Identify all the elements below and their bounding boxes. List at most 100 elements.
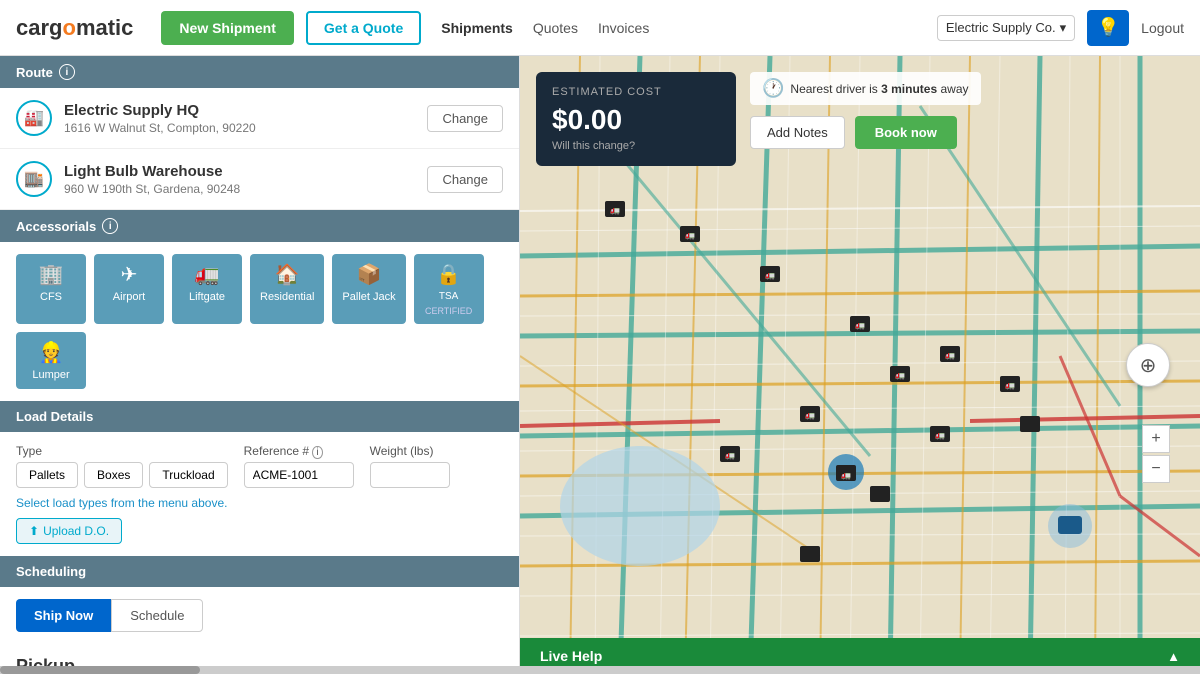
main-content: Route i 🏭 Electric Supply HQ 1616 W Waln… <box>0 56 1200 674</box>
chevron-down-icon: ▾ <box>1060 20 1067 36</box>
weight-input[interactable] <box>370 462 450 488</box>
type-buttons: Pallets Boxes Truckload <box>16 462 228 488</box>
change-origin-button[interactable]: Change <box>427 105 503 132</box>
chevron-up-icon: ▲ <box>1167 649 1180 664</box>
scheduling-content: Ship Now Schedule <box>0 587 519 644</box>
book-now-button[interactable]: Book now <box>855 116 957 149</box>
ref-input[interactable] <box>244 462 354 488</box>
acc-airport-label: Airport <box>113 291 145 303</box>
svg-text:🚛: 🚛 <box>945 351 955 360</box>
svg-text:🚛: 🚛 <box>610 206 620 215</box>
svg-text:🚛: 🚛 <box>841 471 851 480</box>
acc-residential-button[interactable]: 🏠 Residential <box>250 254 324 324</box>
destination-info: Light Bulb Warehouse 960 W 190th St, Gar… <box>64 163 415 196</box>
svg-text:🚛: 🚛 <box>935 431 945 440</box>
cost-amount: $0.00 <box>552 104 720 136</box>
driver-info: 🕐 Nearest driver is 3 minutes away <box>750 72 981 105</box>
svg-text:🚛: 🚛 <box>805 411 815 420</box>
header: cargomatic New Shipment Get a Quote Ship… <box>0 0 1200 56</box>
acc-cfs-label: CFS <box>40 291 62 303</box>
nav-quotes[interactable]: Quotes <box>533 20 578 36</box>
accessorials-section-title: Accessorials <box>16 219 96 234</box>
left-panel: Route i 🏭 Electric Supply HQ 1616 W Waln… <box>0 56 520 674</box>
ref-group: Reference # i <box>244 444 354 488</box>
company-name: Electric Supply Co. <box>946 20 1056 35</box>
logo-o: o <box>62 15 75 41</box>
tsa-icon: 🔒 <box>436 262 461 287</box>
ref-info-icon[interactable]: i <box>312 446 322 459</box>
load-details-section-title: Load Details <box>16 409 93 424</box>
svg-text:🚛: 🚛 <box>895 371 905 380</box>
zoom-in-button[interactable]: + <box>1142 425 1170 453</box>
scrollbar-thumb[interactable] <box>0 666 200 674</box>
logo: cargomatic <box>16 15 133 41</box>
add-notes-button[interactable]: Add Notes <box>750 116 845 149</box>
acc-lumper-button[interactable]: 👷 Lumper <box>16 332 86 389</box>
cfs-icon: 🏢 <box>39 262 64 287</box>
acc-cfs-button[interactable]: 🏢 CFS <box>16 254 86 324</box>
accessorials-info-icon[interactable]: i <box>102 218 118 234</box>
estimated-cost-label: ESTIMATED COST <box>552 86 720 98</box>
map-navigation-control[interactable]: ⊕ <box>1126 343 1170 387</box>
zoom-out-button[interactable]: − <box>1142 455 1170 483</box>
clock-icon: 🕐 <box>762 78 784 99</box>
acc-lumper-label: Lumper <box>32 369 69 381</box>
svg-text:🚛: 🚛 <box>855 321 865 330</box>
driver-post: away <box>937 82 968 96</box>
ref-label: Reference # i <box>244 444 354 458</box>
new-shipment-button[interactable]: New Shipment <box>161 11 293 45</box>
map-zoom-controls: + − <box>1142 425 1170 483</box>
nav-invoices[interactable]: Invoices <box>598 20 649 36</box>
scheduling-section-title: Scheduling <box>16 564 86 579</box>
accessorials-grid: 🏢 CFS ✈ Airport 🚛 Liftgate 🏠 Residential… <box>0 242 519 401</box>
load-details-section-header: Load Details <box>0 401 519 432</box>
scrollbar-track[interactable] <box>0 666 1200 674</box>
route-info-icon[interactable]: i <box>59 64 75 80</box>
nav-shipments[interactable]: Shipments <box>441 20 513 36</box>
load-details-content: Type Pallets Boxes Truckload Reference #… <box>0 432 519 556</box>
airport-icon: ✈ <box>121 262 138 287</box>
weight-label: Weight (lbs) <box>370 444 450 458</box>
type-boxes-button[interactable]: Boxes <box>84 462 143 488</box>
origin-name: Electric Supply HQ <box>64 102 415 119</box>
upload-label: Upload D.O. <box>43 524 109 538</box>
route-section-title: Route <box>16 65 53 80</box>
schedule-button[interactable]: Schedule <box>111 599 203 632</box>
company-selector[interactable]: Electric Supply Co. ▾ <box>937 15 1075 41</box>
route-origin: 🏭 Electric Supply HQ 1616 W Walnut St, C… <box>0 88 519 149</box>
live-help-label: Live Help <box>540 648 602 664</box>
schedule-buttons: Ship Now Schedule <box>16 599 503 632</box>
ship-now-button[interactable]: Ship Now <box>16 599 111 632</box>
acc-pallet-jack-button[interactable]: 📦 Pallet Jack <box>332 254 405 324</box>
liftgate-icon: 🚛 <box>195 262 220 287</box>
type-truckload-button[interactable]: Truckload <box>149 462 227 488</box>
acc-liftgate-label: Liftgate <box>189 291 225 303</box>
acc-tsa-sublabel: CERTIFIED <box>425 306 472 316</box>
destination-icon: 🏬 <box>16 161 52 197</box>
driver-time: 3 minutes <box>881 82 937 96</box>
load-type-group: Type Pallets Boxes Truckload <box>16 444 228 488</box>
origin-info: Electric Supply HQ 1616 W Walnut St, Com… <box>64 102 415 135</box>
map-area[interactable]: 🚛 🚛 🚛 🚛 🚛 🚛 <box>520 56 1200 674</box>
svg-text:🚛: 🚛 <box>1005 381 1015 390</box>
svg-text:🚛: 🚛 <box>685 231 695 240</box>
svg-text:🚛: 🚛 <box>725 451 735 460</box>
light-bulb-button[interactable]: 💡 <box>1087 10 1129 46</box>
logout-button[interactable]: Logout <box>1141 20 1184 36</box>
acc-airport-button[interactable]: ✈ Airport <box>94 254 164 324</box>
acc-liftgate-button[interactable]: 🚛 Liftgate <box>172 254 242 324</box>
change-destination-button[interactable]: Change <box>427 166 503 193</box>
driver-text: Nearest driver is 3 minutes away <box>790 82 968 96</box>
origin-icon: 🏭 <box>16 100 52 136</box>
lumper-icon: 👷 <box>39 340 64 365</box>
acc-tsa-label: TSA <box>439 291 458 302</box>
acc-pallet-jack-label: Pallet Jack <box>342 291 395 303</box>
origin-address: 1616 W Walnut St, Compton, 90220 <box>64 121 415 135</box>
upload-icon: ⬆ <box>29 524 39 538</box>
get-quote-button[interactable]: Get a Quote <box>306 11 421 45</box>
type-pallets-button[interactable]: Pallets <box>16 462 78 488</box>
upload-do-button[interactable]: ⬆ Upload D.O. <box>16 518 122 544</box>
acc-residential-label: Residential <box>260 291 314 303</box>
acc-tsa-button[interactable]: 🔒 TSA CERTIFIED <box>414 254 484 324</box>
action-buttons: Add Notes Book now <box>750 116 957 149</box>
